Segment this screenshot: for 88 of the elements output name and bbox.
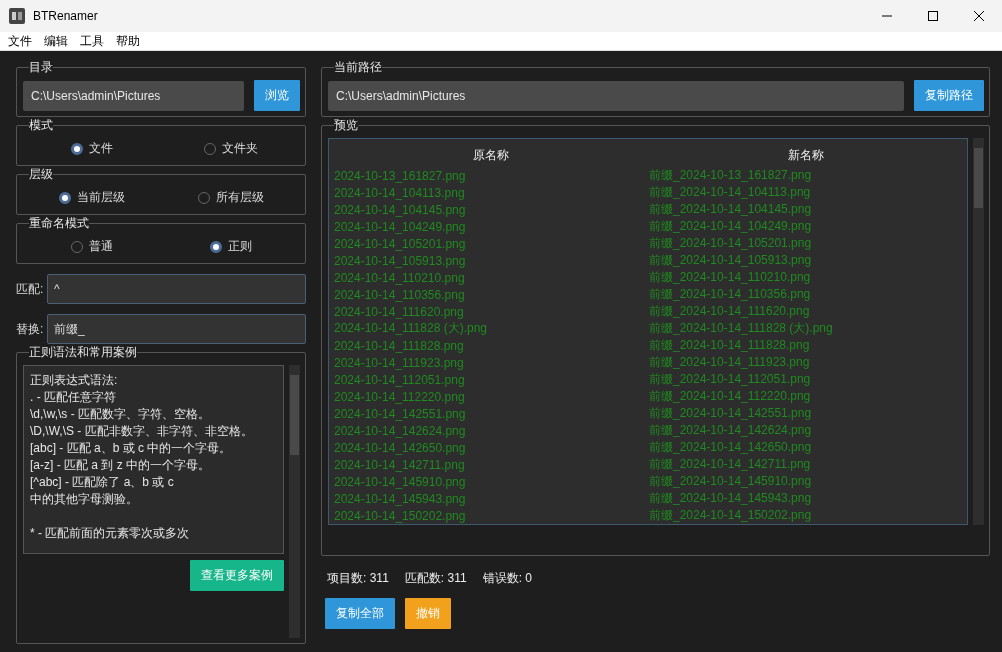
table-cell: 前缀_2024-10-14_142551.png [649,406,812,420]
close-icon[interactable] [973,10,985,22]
table-cell: 2024-10-14_111828.png [334,338,464,353]
stat-text: 项目数: 311 [327,570,389,587]
table-cell: 2024-10-14_111828 (大).png [334,321,487,335]
help-line: * - 匹配前面的元素零次或多次 [30,525,191,542]
table-cell: 前缀_2024-10-14_142624.png [649,423,812,437]
table-cell: 前缀_2024-10-14_111828.png [649,338,810,352]
table-cell: 前缀_2024-10-14_104145.png [649,202,812,216]
radio-label: 文件 [89,140,114,157]
table-cell: 2024-10-14_105201.png [334,236,466,251]
table-cell: 2024-10-14_150202.png [334,508,466,523]
table-cell: 前缀_2024-10-14_110356.png [649,287,811,301]
group-label: 目录 [29,59,53,76]
radio-button[interactable] [71,142,84,155]
radio-button[interactable] [59,191,72,204]
maximize-icon[interactable] [927,10,939,22]
table-cell: 2024-10-14_142624.png [334,423,466,438]
table-cell: 前缀_2024-10-13_161827.png [649,168,812,182]
help-line: \d,\w,\s - 匹配数字、字符、空格。 [30,406,211,423]
radio-label: 当前层级 [77,189,126,206]
radio-label: 文件夹 [221,140,258,157]
menu-item[interactable]: 帮助 [110,32,146,50]
table-cell: 2024-10-14_104249.png [334,219,466,234]
table-cell: 2024-10-14_142711.png [334,457,465,472]
table-cell: 前缀_2024-10-14_145910.png [649,474,812,488]
group-label: 模式 [29,117,53,134]
table-cell: 前缀_2024-10-14_110210.png [649,270,811,284]
menu-item[interactable]: 编辑 [38,32,74,50]
group-label: 重命名模式 [29,215,89,232]
table-cell: 2024-10-14_111923.png [334,355,464,370]
table-cell: 2024-10-14_142650.png [334,440,466,455]
table-cell: 2024-10-14_104145.png [334,202,466,217]
column-header: 原名称 [471,146,510,164]
stat-text: 错误数: 0 [482,570,532,587]
help-line: 中的其他字母测验。 [30,491,139,508]
group-label: 正则语法和常用案例 [29,344,137,361]
menu-item[interactable]: 工具 [74,32,110,50]
window-title: BTRenamer [33,9,99,23]
table-cell: 前缀_2024-10-14_142650.png [649,440,812,454]
help-line: 正则表达式语法: [30,372,119,389]
input-field[interactable]: 前缀_ [47,314,306,344]
table-cell: 2024-10-14_105913.png [334,253,466,268]
column-header: 新名称 [786,146,825,164]
table-cell: 2024-10-14_142551.png [334,406,466,421]
table-cell: 2024-10-14_111620.png [334,304,464,319]
field-label: 匹配: [16,280,45,298]
table-cell: 2024-10-14_110210.png [334,270,465,285]
group-label: 当前路径 [334,59,382,76]
radio-label: 普通 [89,238,114,255]
table-cell: 2024-10-14_145943.png [334,491,466,506]
help-line: \D,\W,\S - 匹配非数字、非字符、非空格。 [30,423,254,440]
radio-label: 正则 [227,238,252,255]
table-cell: 前缀_2024-10-14_104249.png [649,219,812,233]
table-cell: 2024-10-14_112220.png [334,389,465,404]
table-cell: 前缀_2024-10-14_104113.png [649,185,811,199]
table-cell: 前缀_2024-10-14_111923.png [649,355,810,369]
help-line: . - 匹配任意字符 [30,389,117,406]
table-cell: 2024-10-14_110356.png [334,287,465,302]
help-line: [^abc] - 匹配除了 a、b 或 c [30,474,175,491]
table-cell: 前缀_2024-10-14_112051.png [649,372,811,386]
menu-item[interactable]: 文件 [2,32,38,50]
group-label: 预览 [334,117,358,134]
table-cell: 前缀_2024-10-14_112220.png [649,389,811,403]
path-field[interactable]: C:\Users\admin\Pictures [23,80,244,111]
table-cell: 前缀_2024-10-14_142711.png [649,457,811,471]
table-cell: 前缀_2024-10-14_111620.png [649,304,810,318]
input-field[interactable]: ^ [47,274,306,304]
scrollbar[interactable] [973,138,984,525]
group-label: 层级 [29,166,53,183]
path-field[interactable]: C:\Users\admin\Pictures [328,80,904,111]
help-line: [a-z] - 匹配 a 到 z 中的一个字母。 [30,457,211,474]
help-line: [abc] - 匹配 a、b 或 c 中的一个字母。 [30,440,233,457]
table-cell: 前缀_2024-10-14_111828 (大).png [649,321,833,335]
table-cell: 2024-10-13_161827.png [334,168,466,183]
field-label: 替换: [16,320,45,338]
app-icon [9,8,25,24]
radio-button[interactable] [209,240,222,253]
table-cell: 2024-10-14_145910.png [334,474,466,489]
table-cell: 前缀_2024-10-14_145943.png [649,491,812,505]
table-cell: 前缀_2024-10-14_105913.png [649,253,812,267]
radio-label: 所有层级 [215,189,264,206]
table-cell: 2024-10-14_112051.png [334,372,465,387]
table-cell: 2024-10-14_104113.png [334,185,465,200]
stat-text: 匹配数: 311 [404,570,467,587]
table-cell: 前缀_2024-10-14_150202.png [649,508,812,522]
scrollbar[interactable] [289,365,300,638]
table-cell: 前缀_2024-10-14_105201.png [649,236,812,250]
